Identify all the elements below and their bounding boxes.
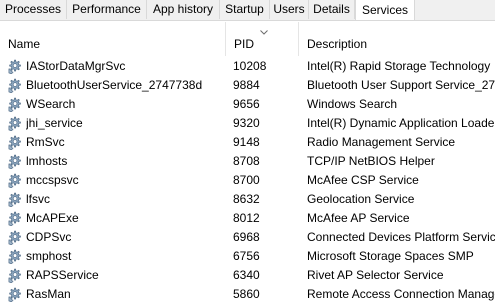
service-pid: 9884 — [233, 78, 260, 92]
service-gear-icon — [8, 154, 21, 169]
service-name: RmSvc — [26, 135, 65, 149]
tab-users[interactable]: Users — [270, 0, 309, 19]
table-row[interactable]: CDPSvc 6968 Connected Devices Platform S… — [0, 228, 495, 247]
service-name: smphost — [26, 249, 72, 263]
service-description: Intel(R) Dynamic Application Loader Host… — [307, 116, 495, 130]
tab-startup[interactable]: Startup — [220, 0, 270, 19]
table-row[interactable]: lfsvc 8632 Geolocation Service — [0, 190, 495, 209]
tab-processes[interactable]: Processes — [0, 0, 67, 19]
table-row[interactable]: BluetoothUserService_2747738d 9884 Bluet… — [0, 76, 495, 95]
service-description: Radio Management Service — [307, 135, 456, 149]
service-name: lfsvc — [26, 192, 50, 206]
table-row[interactable]: McAPExe 8012 McAfee AP Service — [0, 209, 495, 228]
table-row[interactable]: jhi_service 9320 Intel(R) Dynamic Applic… — [0, 114, 495, 133]
table-row[interactable]: WSearch 9656 Windows Search — [0, 95, 495, 114]
service-description: Bluetooth User Support Service_2747738d — [307, 78, 495, 92]
service-gear-icon — [8, 135, 21, 150]
column-header-description-label: Description — [307, 37, 368, 51]
service-description: Rivet AP Selector Service — [307, 268, 444, 282]
service-pid: 6340 — [233, 268, 260, 282]
tab-app-history[interactable]: App history — [147, 0, 220, 19]
table-row[interactable]: smphost 6756 Microsoft Storage Spaces SM… — [0, 247, 495, 266]
service-description: Microsoft Storage Spaces SMP — [307, 249, 474, 263]
tab-performance[interactable]: Performance — [67, 0, 147, 19]
service-name: McAPExe — [26, 211, 79, 225]
service-description: Intel(R) Rapid Storage Technology — [307, 59, 491, 73]
service-pid: 10208 — [233, 59, 267, 73]
service-gear-icon — [8, 97, 21, 112]
tab-services[interactable]: Services — [355, 0, 415, 20]
service-pid: 5860 — [233, 287, 260, 301]
table-row[interactable]: IAStorDataMgrSvc 10208 Intel(R) Rapid St… — [0, 57, 495, 76]
service-gear-icon — [8, 211, 21, 226]
service-description: McAfee AP Service — [307, 211, 410, 225]
service-description: McAfee CSP Service — [307, 173, 419, 187]
table-row[interactable]: RmSvc 9148 Radio Management Service — [0, 133, 495, 152]
service-gear-icon — [8, 173, 21, 188]
column-header-pid[interactable]: PID — [226, 22, 299, 56]
service-pid: 8708 — [233, 154, 260, 168]
table-row[interactable]: RasMan 5860 Remote Access Connection Man… — [0, 285, 495, 304]
service-name: RasMan — [26, 287, 71, 301]
service-pid: 6968 — [233, 230, 260, 244]
service-gear-icon — [8, 116, 21, 131]
column-header-description[interactable]: Description — [299, 22, 495, 56]
table-row[interactable]: lmhosts 8708 TCP/IP NetBIOS Helper — [0, 152, 495, 171]
service-gear-icon — [8, 78, 21, 93]
service-description: Windows Search — [307, 97, 398, 111]
service-name: jhi_service — [26, 116, 83, 130]
tab-details[interactable]: Details — [309, 0, 355, 19]
service-gear-icon — [8, 268, 21, 283]
service-name: BluetoothUserService_2747738d — [26, 78, 203, 92]
table-row[interactable]: mccspsvc 8700 McAfee CSP Service — [0, 171, 495, 190]
tab-bar: Processes Performance App history Startu… — [0, 0, 495, 21]
table-row[interactable]: RAPSService 6340 Rivet AP Selector Servi… — [0, 266, 495, 285]
service-name: IAStorDataMgrSvc — [26, 59, 126, 73]
column-header-pid-label: PID — [234, 37, 255, 51]
service-description: TCP/IP NetBIOS Helper — [307, 154, 435, 168]
service-pid: 9656 — [233, 97, 260, 111]
service-gear-icon — [8, 287, 21, 302]
service-pid: 8012 — [233, 211, 260, 225]
service-pid: 9320 — [233, 116, 260, 130]
chevron-down-icon — [260, 30, 268, 35]
column-header-name-label: Name — [8, 37, 41, 51]
service-gear-icon — [8, 230, 21, 245]
service-name: WSearch — [26, 97, 76, 111]
service-name: lmhosts — [26, 154, 68, 168]
service-gear-icon — [8, 249, 21, 264]
service-pid: 8632 — [233, 192, 260, 206]
service-gear-icon — [8, 59, 21, 74]
service-gear-icon — [8, 192, 21, 207]
service-name: RAPSService — [26, 268, 99, 282]
service-description: Geolocation Service — [307, 192, 415, 206]
service-pid: 8700 — [233, 173, 260, 187]
column-header-name[interactable]: Name — [0, 22, 226, 56]
service-description: Connected Devices Platform Service — [307, 230, 495, 244]
column-header: Name PID Description — [0, 22, 495, 56]
service-description: Remote Access Connection Manager — [307, 287, 495, 301]
service-pid: 9148 — [233, 135, 260, 149]
service-pid: 6756 — [233, 249, 260, 263]
service-name: CDPSvc — [26, 230, 72, 244]
service-name: mccspsvc — [26, 173, 79, 187]
